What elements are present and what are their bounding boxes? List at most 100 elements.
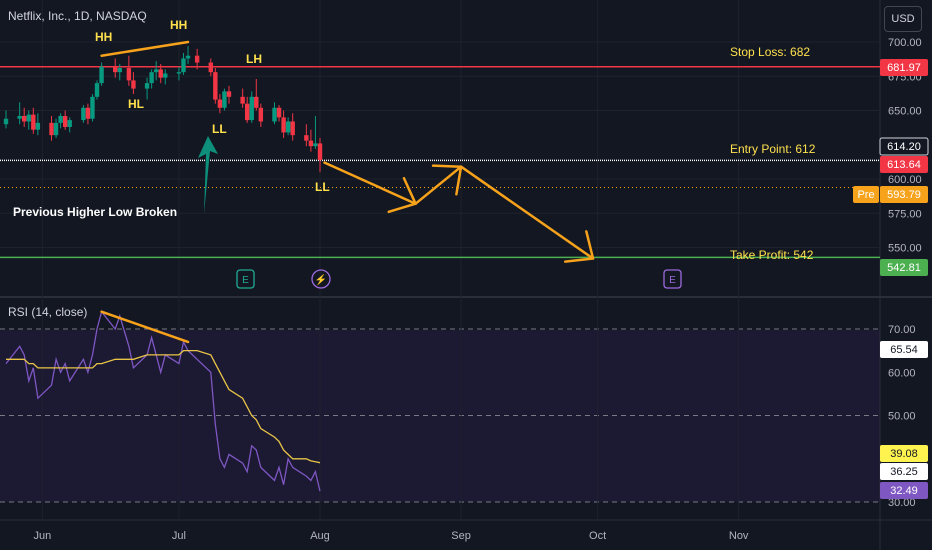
rsi-tick-label: 50.00 [888, 411, 916, 423]
svg-text:36.25: 36.25 [890, 466, 918, 478]
price-tick-label: 550.00 [888, 243, 922, 255]
annotation-hh-1: HH [95, 30, 112, 44]
chart-canvas[interactable]: 550.00575.00600.00650.00675.00700.0030.0… [0, 0, 932, 550]
candle-body [62, 116, 68, 127]
candle-body [31, 114, 36, 130]
svg-text:65.54: 65.54 [890, 344, 918, 356]
candle-body [163, 73, 168, 78]
time-tick-label: Oct [589, 530, 606, 542]
candle-body [304, 135, 309, 141]
rsi-ma-tag: 39.08 [880, 445, 928, 462]
svg-text:E: E [242, 275, 249, 286]
candle [222, 88, 227, 111]
stop-price-tag: 681.97 [880, 59, 928, 76]
annotation-hl: HL [128, 97, 144, 111]
currency-button[interactable]: USD [884, 6, 922, 32]
candle-body [258, 107, 264, 122]
candle-body [249, 96, 254, 121]
candle-body [81, 107, 86, 121]
candle-body [17, 116, 22, 119]
svg-text:⚡: ⚡ [315, 273, 327, 286]
candle-body [185, 55, 191, 59]
rsi-value-tag: 65.54 [880, 341, 928, 358]
candle-body [94, 83, 100, 97]
candle-body [126, 68, 132, 81]
candle-body [317, 143, 323, 160]
candle-body [276, 107, 282, 118]
time-tick-label: Jul [172, 530, 186, 542]
candle-body [85, 107, 91, 119]
candle-body [90, 96, 95, 119]
rsi-tick-label: 70.00 [888, 324, 916, 336]
candle-body [285, 121, 291, 133]
premarket-tag: Pre 593.79 [853, 186, 928, 203]
time-tick-label: Aug [310, 530, 330, 542]
candle-body [131, 80, 136, 89]
candle-body [176, 72, 182, 74]
candle-body [290, 121, 295, 136]
rsi-title: RSI (14, close) [8, 305, 87, 319]
candle [90, 94, 95, 122]
price-tick-label: 700.00 [888, 37, 922, 49]
candle-body [181, 58, 186, 73]
candle-body [222, 91, 227, 108]
candle-body [99, 66, 104, 84]
candle-body [240, 96, 245, 104]
svg-text:613.64: 613.64 [887, 159, 921, 171]
chart-title: Netflix, Inc., 1D, NASDAQ [8, 9, 147, 23]
candle-body [22, 116, 27, 122]
candle-body [254, 96, 259, 108]
annotation-hh-2: HH [170, 18, 187, 32]
current-price-tag: 613.64 [880, 156, 928, 173]
candle-body [113, 66, 118, 73]
stop-loss-label: Stop Loss: 682 [730, 45, 810, 59]
candle [213, 68, 218, 104]
price-tick-label: 575.00 [888, 208, 922, 220]
candle [94, 80, 100, 100]
time-tick-label: Sep [451, 530, 471, 542]
rsi-mid-tag: 36.25 [880, 463, 928, 480]
candle-body [35, 122, 41, 130]
candle-body [208, 62, 213, 73]
annotation-broken-note: Previous Higher Low Broken [13, 205, 177, 219]
candle-body [153, 69, 159, 73]
candle-body [117, 68, 122, 73]
candle-body [226, 91, 232, 97]
candle-body [272, 107, 277, 122]
price-tick-label: 650.00 [888, 106, 922, 118]
price-tick-label: 600.00 [888, 174, 922, 186]
candle-body [194, 55, 200, 63]
candle-body [26, 114, 31, 122]
candle-body [53, 122, 59, 136]
candle-body [158, 69, 163, 78]
candle-body [217, 99, 223, 108]
svg-text:614.20: 614.20 [887, 141, 921, 153]
rsi-tick-label: 60.00 [888, 367, 916, 379]
time-tick-label: Jun [34, 530, 52, 542]
annotation-ll-2: LL [315, 180, 330, 194]
candle-body [313, 143, 318, 147]
candle-body [213, 72, 218, 100]
candle-body [58, 116, 63, 123]
candle-body [149, 72, 154, 84]
time-tick-label: Nov [729, 530, 749, 542]
svg-text:32.49: 32.49 [890, 485, 918, 497]
last-close-tag: 614.20 [879, 137, 929, 156]
candle-body [144, 83, 150, 89]
svg-text:39.08: 39.08 [890, 448, 918, 460]
candle-body [308, 140, 314, 147]
candle-body [281, 117, 286, 133]
svg-text:E: E [669, 275, 676, 286]
candle-body [3, 118, 9, 125]
svg-text:593.79: 593.79 [887, 189, 921, 201]
annotation-ll-1: LL [212, 122, 227, 136]
candle-body [49, 122, 54, 136]
entry-point-label: Entry Point: 612 [730, 142, 816, 156]
candle-body [67, 120, 72, 127]
candle-body [244, 103, 250, 121]
svg-text:Pre: Pre [857, 189, 874, 201]
take-profit-tag: 542.81 [880, 259, 928, 276]
svg-text:681.97: 681.97 [887, 62, 921, 74]
take-profit-label: Take Profit: 542 [730, 248, 814, 262]
rsi-current-tag: 32.49 [880, 482, 928, 499]
